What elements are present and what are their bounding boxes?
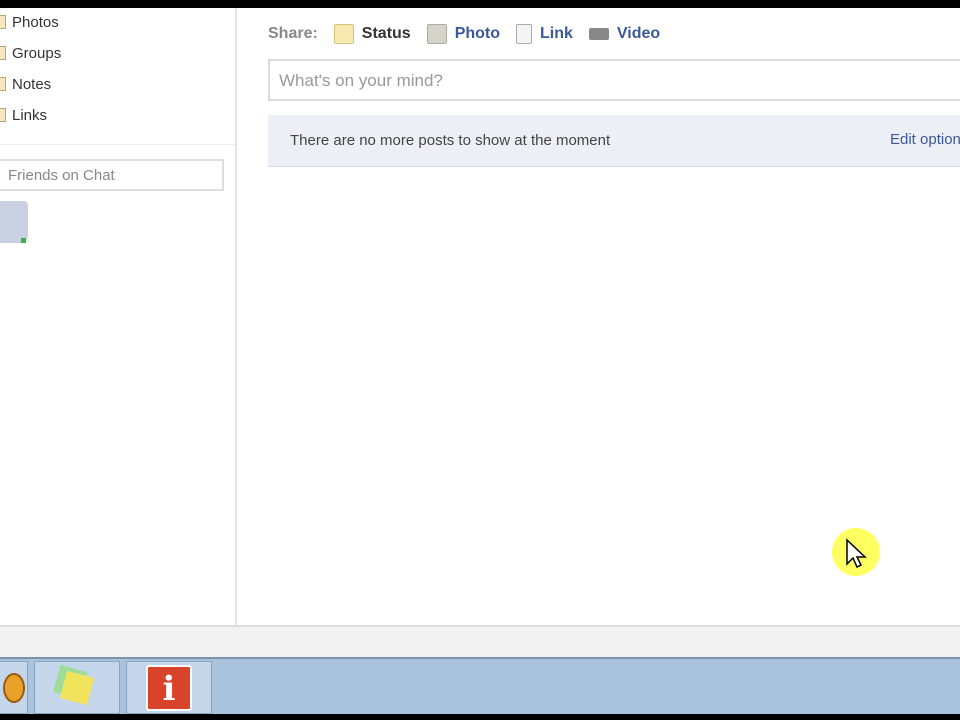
sticky-notes-icon	[59, 670, 95, 705]
feed-notice: There are no more posts to show at the m…	[268, 115, 960, 167]
taskbar-info-video-button[interactable]: i	[126, 661, 212, 714]
divider	[0, 144, 235, 145]
left-sidebar: Photos Groups Notes Links Friends on Cha…	[0, 8, 237, 625]
share-link-button[interactable]: Link	[516, 24, 573, 44]
sidebar-item-links[interactable]: Links	[0, 104, 47, 126]
share-option-label: Video	[616, 25, 661, 42]
edit-options-link[interactable]: Edit options	[890, 131, 960, 148]
share-video-button[interactable]: Video	[588, 25, 661, 43]
sidebar-item-photos[interactable]: Photos	[0, 11, 59, 33]
share-option-label: Status	[361, 25, 411, 42]
sidebar-item-notes[interactable]: Notes	[0, 73, 51, 95]
photo-icon	[426, 24, 447, 44]
photos-icon	[0, 15, 6, 29]
sidebar-item-label: Links	[12, 106, 48, 124]
share-photo-button[interactable]: Photo	[426, 24, 501, 44]
share-option-label: Photo	[454, 25, 501, 42]
friend-avatar[interactable]	[0, 201, 28, 243]
no-posts-message: There are no more posts to show at the m…	[290, 132, 611, 149]
taskbar-sticky-notes-button[interactable]	[34, 661, 120, 714]
sidebar-item-groups[interactable]: Groups	[0, 42, 61, 64]
info-video-icon: i	[146, 664, 192, 711]
screen: Photos Groups Notes Links Friends on Cha…	[0, 8, 960, 714]
status-icon	[333, 24, 354, 44]
online-indicator-icon	[21, 238, 26, 243]
video-icon	[588, 28, 609, 40]
share-status-button[interactable]: Status	[333, 24, 411, 44]
notes-icon	[0, 77, 6, 91]
sidebar-item-label: Groups	[12, 44, 62, 62]
sidebar-item-label: Photos	[12, 13, 59, 31]
friends-on-chat-button[interactable]: Friends on Chat	[0, 159, 224, 191]
sidebar-item-label: Notes	[12, 75, 52, 93]
groups-icon	[0, 46, 6, 60]
share-label: Share:	[268, 25, 318, 42]
status-input[interactable]: What's on your mind?	[268, 59, 960, 101]
browser-icon	[3, 672, 25, 703]
share-bar: Share: Status Photo Link Video	[268, 24, 676, 44]
pointer-icon	[846, 538, 867, 569]
taskbar: i	[0, 657, 960, 714]
taskbar-browser-button[interactable]	[0, 661, 28, 714]
horizontal-scrollbar[interactable]	[0, 625, 960, 657]
link-icon	[516, 24, 533, 44]
links-icon	[0, 108, 6, 122]
share-option-label: Link	[540, 25, 573, 42]
mouse-cursor-highlight	[832, 528, 880, 576]
